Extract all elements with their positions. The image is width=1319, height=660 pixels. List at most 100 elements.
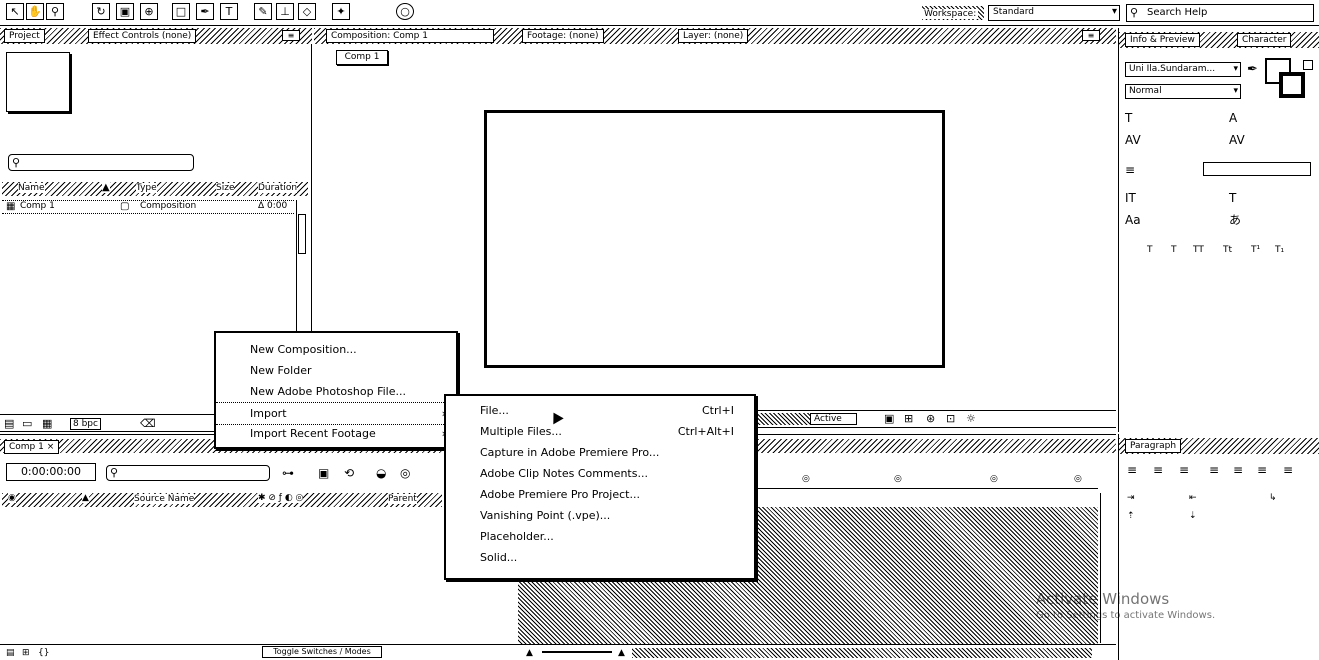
chevron-down-icon: ▾	[1233, 64, 1238, 74]
tab-effect-controls[interactable]: Effect Controls (none)	[88, 29, 197, 43]
eyedropper-icon[interactable]: ✒	[1247, 62, 1258, 77]
type-tool-icon[interactable]: T	[220, 3, 238, 20]
live-update-icon[interactable]: ▣	[318, 467, 329, 479]
draft-3d-icon[interactable]: ⟲	[344, 467, 354, 479]
menu-item-clip-notes[interactable]: Adobe Clip Notes Comments...	[446, 463, 754, 484]
justify-right-icon[interactable]: ≡	[1257, 464, 1267, 476]
faux-bold-icon[interactable]: T	[1147, 244, 1153, 256]
tab-info-preview[interactable]: Info & Preview	[1125, 33, 1200, 47]
all-caps-icon[interactable]: TT	[1193, 244, 1204, 256]
tab-footage[interactable]: Footage: (none)	[522, 29, 604, 43]
current-time-display[interactable]: 0:00:00:00	[6, 463, 96, 481]
justify-all-icon[interactable]: ≡	[1283, 464, 1293, 476]
expand-transfer-controls-icon[interactable]: ⊞	[22, 647, 30, 659]
camera-tool-icon[interactable]: ▣	[116, 3, 134, 20]
tab-comp-1-timeline[interactable]: Comp 1 ×	[4, 440, 60, 454]
tab-composition[interactable]: Composition: Comp 1	[326, 29, 494, 43]
comp-mini-flowchart-icon[interactable]: ⊶	[282, 467, 294, 479]
project-columns-header: Name ▲ Type Size Duration	[2, 182, 308, 196]
stroke-type-dropdown[interactable]	[1203, 162, 1311, 176]
search-icon: ⚲	[1130, 6, 1139, 19]
selection-tool-icon[interactable]: ↖	[6, 3, 24, 20]
menu-item-placeholder[interactable]: Placeholder...	[446, 526, 754, 547]
tab-layer[interactable]: Layer: (none)	[678, 29, 749, 43]
zoom-tool-icon[interactable]: ⚲	[46, 3, 64, 20]
zoom-out-icon[interactable]: ▲	[526, 647, 533, 659]
active-camera-dropdown[interactable]: Active	[810, 413, 857, 425]
menu-item-import-recent-footage[interactable]: Import Recent Footage›	[216, 423, 456, 444]
new-composition-icon[interactable]: ▦	[42, 417, 52, 430]
toggle-switches-modes-button[interactable]: Toggle Switches / Modes	[262, 646, 382, 658]
puppet-pin-tool-icon[interactable]: ✦	[332, 3, 350, 20]
switches-icons: ✱ ⊘ ƒ ◐ ◎	[258, 493, 304, 503]
menu-item-import-file[interactable]: File... Ctrl+I	[446, 400, 754, 421]
pan-behind-tool-icon[interactable]: ⊕	[140, 3, 158, 20]
menu-item-solid[interactable]: Solid...	[446, 547, 754, 568]
comp-navigator-button[interactable]: Comp 1	[336, 50, 388, 65]
time-ruler[interactable]: ◎ ◎ ◎ ◎	[754, 469, 1098, 489]
small-caps-icon[interactable]: Tt	[1223, 244, 1232, 256]
panel-menu-icon[interactable]: ≡	[1082, 30, 1100, 41]
rectangle-tool-icon[interactable]: □	[172, 3, 190, 20]
pen-tool-icon[interactable]: ✒	[196, 3, 214, 20]
tools-toolbar: ↖ ✋ ⚲ ↻ ▣ ⊕ □ ✒ T ✎ ⊥ ◇ ✦ ○ Workspace: S…	[0, 0, 1319, 26]
font-family-dropdown[interactable]: Uni Ila.Sundaram... ▾	[1125, 62, 1241, 77]
graph-editor-icon[interactable]: ◎	[400, 467, 410, 479]
timeline-search-input[interactable]: ⚲	[106, 465, 270, 481]
indent-right-icon: ⇤	[1189, 493, 1197, 503]
tab-paragraph[interactable]: Paragraph	[1125, 439, 1182, 453]
rotate-tool-icon[interactable]: ↻	[92, 3, 110, 20]
motion-blur-icon[interactable]: ◒	[376, 467, 386, 479]
justify-left-icon[interactable]: ≡	[1209, 464, 1219, 476]
expand-layer-switches-icon[interactable]: ▤	[6, 647, 15, 659]
menu-item-premiere-project[interactable]: Adobe Premiere Pro Project...	[446, 484, 754, 505]
font-style-dropdown[interactable]: Normal ▾	[1125, 84, 1241, 99]
zoom-slider[interactable]	[542, 651, 612, 653]
panel-menu-icon[interactable]: ≡	[282, 30, 300, 41]
tab-character[interactable]: Character	[1237, 33, 1292, 47]
interpret-footage-icon[interactable]: ▤	[4, 417, 14, 430]
scroll-thumb[interactable]	[298, 214, 306, 254]
views-icon[interactable]: ▣	[884, 412, 894, 425]
label-color-icon: ▢	[120, 201, 130, 212]
vertical-scale-icon: IT	[1125, 191, 1136, 205]
align-right-icon[interactable]: ≡	[1179, 464, 1189, 476]
brush-tool-icon[interactable]: ✎	[254, 3, 272, 20]
fast-preview-icon[interactable]: ⊞	[904, 412, 913, 425]
superscript-icon[interactable]: T¹	[1251, 244, 1260, 256]
delete-icon[interactable]: ⌫	[140, 417, 156, 430]
menu-item-vanishing-point[interactable]: Vanishing Point (.vpe)...	[446, 505, 754, 526]
tab-project[interactable]: Project	[4, 29, 45, 43]
subscript-icon[interactable]: T₁	[1275, 244, 1284, 256]
project-item-row[interactable]: ▦ Comp 1 ▢ Composition Δ 0:00	[2, 200, 294, 214]
expand-in-out-icon[interactable]: {}	[38, 647, 49, 659]
hand-tool-icon[interactable]: ✋	[26, 3, 44, 20]
axis-mode-icon[interactable]: ○	[396, 3, 414, 20]
clone-stamp-tool-icon[interactable]: ⊥	[276, 3, 294, 20]
project-search-input[interactable]: ⚲	[8, 154, 194, 171]
exposure-icon[interactable]: ☼	[966, 412, 976, 425]
new-folder-icon[interactable]: ▭	[22, 417, 32, 430]
ruler-marker: ◎	[990, 474, 998, 484]
reset-exposure-icon[interactable]: ⊡	[946, 412, 955, 425]
bpc-button[interactable]: 8 bpc	[70, 418, 101, 430]
composition-canvas[interactable]	[484, 110, 945, 368]
workspace-dropdown[interactable]: Standard ▾	[988, 5, 1120, 21]
menu-item-new-photoshop-file[interactable]: New Adobe Photoshop File...	[216, 381, 456, 402]
align-center-icon[interactable]: ≡	[1153, 464, 1163, 476]
search-help-field[interactable]: ⚲ Search Help	[1126, 4, 1314, 22]
menu-item-capture-premiere[interactable]: Capture in Adobe Premiere Pro...	[446, 442, 754, 463]
zoom-in-icon[interactable]: ▲	[618, 647, 625, 659]
swap-colors-icon[interactable]	[1303, 60, 1313, 70]
stroke-color-swatch[interactable]	[1279, 72, 1305, 98]
justify-center-icon[interactable]: ≡	[1233, 464, 1243, 476]
align-left-icon[interactable]: ≡	[1127, 464, 1137, 476]
menu-item-new-composition[interactable]: New Composition...	[216, 339, 456, 360]
horizontal-scrollbar[interactable]	[632, 648, 1092, 658]
eraser-tool-icon[interactable]: ◇	[298, 3, 316, 20]
menu-item-multiple-files[interactable]: Multiple Files... Ctrl+Alt+I	[446, 421, 754, 442]
faux-italic-icon[interactable]: T	[1171, 244, 1177, 256]
flowchart-icon[interactable]: ⊛	[926, 412, 935, 425]
menu-item-new-folder[interactable]: New Folder	[216, 360, 456, 381]
menu-item-import[interactable]: Import›	[216, 402, 456, 425]
